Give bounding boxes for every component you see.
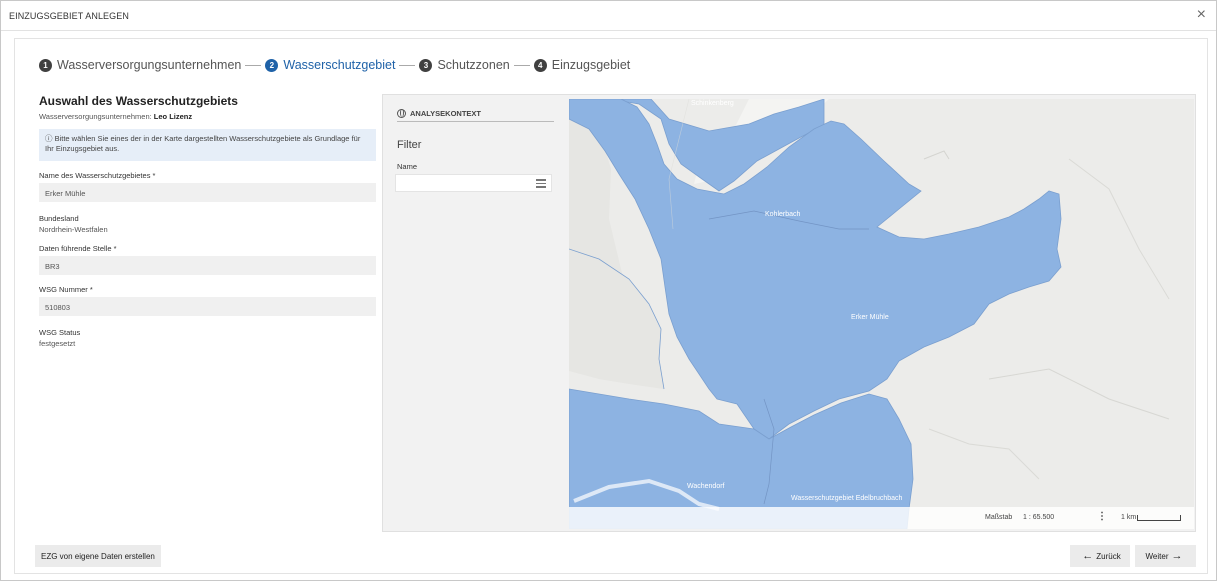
step-schutzzonen[interactable]: 3 Schutzzonen	[419, 58, 510, 72]
stelle-field[interactable]: BR3	[39, 256, 376, 275]
dialog-title: EINZUGSGEBIET ANLEGEN	[9, 11, 129, 21]
scale-bar	[1137, 515, 1181, 521]
back-button[interactable]: ← Zurück	[1070, 545, 1130, 567]
info-icon: ⓘ	[45, 134, 53, 143]
map-label-north: Kohlerbach	[765, 211, 801, 218]
step-divider	[399, 64, 416, 66]
step-label: Wasserversorgungsunternehmen	[57, 58, 242, 72]
bundesland-value: Nordrhein-Westfalen	[39, 225, 108, 234]
section-subtitle: Wasserversorgungsunternehmen: Leo Lizenz	[39, 112, 379, 121]
subtitle-value: Leo Lizenz	[153, 112, 193, 121]
step-number-4: 4	[533, 58, 547, 72]
dialog-header: EINZUGSGEBIET ANLEGEN ×	[1, 1, 1216, 31]
map-label-top: Schinkenberg	[691, 100, 734, 107]
scale-distance: 1 km	[1121, 514, 1137, 521]
analysis-context-header[interactable]: ANALYSEKONTEXT	[397, 105, 554, 122]
filter-name-input[interactable]	[395, 174, 552, 192]
step-number-1: 1	[39, 58, 52, 72]
filter-pane: ANALYSEKONTEXT Filter Name	[383, 95, 566, 531]
map-view[interactable]: Schinkenberg Kohlerbach Erker Mühle Wach…	[569, 99, 1194, 529]
step-number-3: 3	[419, 58, 433, 72]
info-text: Bitte wählen Sie eines der in der Karte …	[45, 134, 361, 153]
next-label: Weiter	[1145, 551, 1169, 561]
section-title: Auswahl des Wasserschutzgebiets	[39, 94, 238, 108]
map-label-south: Wasserschutzgebiet Edelbruchbach	[791, 495, 903, 502]
wizard-body: 1 Wasserversorgungsunternehmen 2 Wassers…	[14, 38, 1208, 574]
analysis-context-label: ANALYSEKONTEXT	[410, 108, 481, 118]
status-label: WSG Status	[39, 328, 81, 337]
nummer-field-label: WSG Nummer *	[39, 285, 93, 294]
arrow-left-icon: ←	[1082, 550, 1094, 562]
scale-label: Maßstab	[985, 514, 1013, 521]
step-label: Wasserschutzgebiet	[283, 58, 396, 72]
arrow-right-icon: →	[1171, 550, 1183, 562]
selection-form: Auswahl des Wasserschutzgebiets Wasserve…	[39, 94, 379, 348]
step-divider	[513, 64, 530, 66]
map-canvas[interactable]: Schinkenberg Kohlerbach Erker Mühle Wach…	[569, 99, 1194, 529]
status-value: festgesetzt	[39, 339, 76, 348]
create-from-own-data-button[interactable]: EZG von eigene Daten erstellen	[35, 545, 161, 567]
name-field[interactable]: Erker Mühle	[39, 183, 376, 202]
step-divider	[245, 64, 262, 66]
close-icon[interactable]: ×	[1197, 7, 1206, 23]
scale-menu-icon[interactable]: ⋮	[1097, 511, 1107, 522]
create-catchment-dialog: EINZUGSGEBIET ANLEGEN × 1 Wasserversorgu…	[0, 0, 1217, 581]
bundesland-label: Bundesland	[39, 214, 79, 223]
step-number-2: 2	[265, 58, 279, 72]
step-wasserversorgungsunternehmen[interactable]: 1 Wasserversorgungsunternehmen	[39, 58, 241, 72]
map-label-southwest: Wachendorf	[687, 483, 725, 490]
map-scalebar: Maßstab 1 : 65.500 ⋮ 1 km	[569, 507, 1194, 529]
nummer-field[interactable]: 510803	[39, 297, 376, 316]
scale-value: 1 : 65.500	[1023, 514, 1055, 521]
back-label: Zurück	[1096, 551, 1121, 561]
step-label: Einzugsgebiet	[551, 58, 631, 72]
name-field-label: Name des Wasserschutzgebietes *	[39, 171, 156, 180]
subtitle-prefix: Wasserversorgungsunternehmen:	[39, 112, 152, 121]
globe-icon	[397, 108, 406, 118]
step-label: Schutzzonen	[437, 58, 510, 72]
list-icon[interactable]	[536, 179, 546, 188]
stelle-field-label: Daten führende Stelle *	[39, 244, 117, 253]
filter-title: Filter	[397, 139, 422, 151]
analysis-panel: ANALYSEKONTEXT Filter Name Schinkenberg …	[382, 94, 1196, 532]
info-box: ⓘ Bitte wählen Sie eines der in der Kart…	[39, 129, 376, 161]
map-label-center: Erker Mühle	[851, 314, 889, 321]
next-button[interactable]: Weiter →	[1135, 545, 1196, 567]
filter-name-label: Name	[397, 162, 418, 171]
step-einzugsgebiet[interactable]: 4 Einzugsgebiet	[533, 58, 631, 72]
wizard-stepper: 1 Wasserversorgungsunternehmen 2 Wassers…	[39, 55, 630, 75]
step-wasserschutzgebiet[interactable]: 2 Wasserschutzgebiet	[265, 58, 395, 72]
